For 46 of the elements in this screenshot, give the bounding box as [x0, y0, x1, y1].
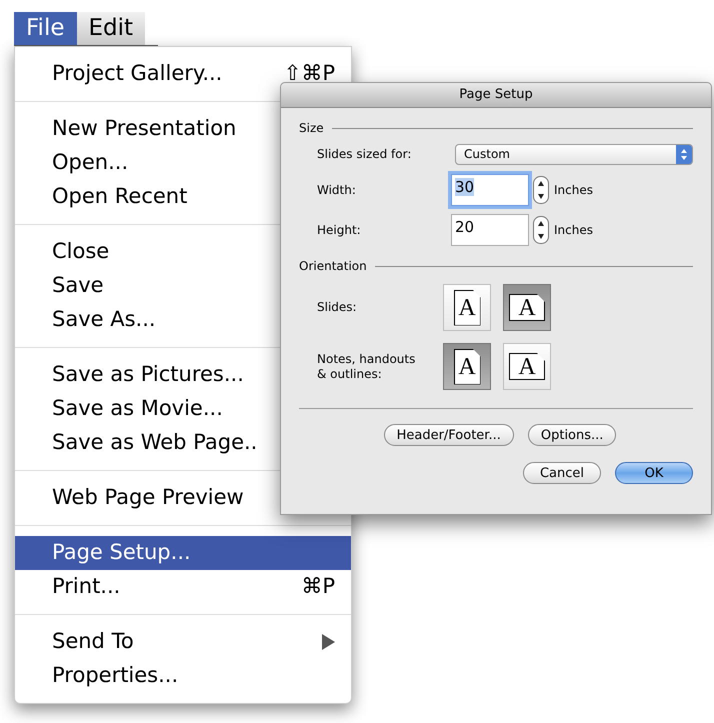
landscape-page-icon: A: [509, 353, 545, 380]
portrait-page-icon: A: [454, 348, 480, 384]
menu-item-label: Properties...: [52, 662, 178, 690]
field-label: Height:: [317, 222, 362, 239]
shortcut-label: ⌘P: [301, 573, 335, 600]
slide-size-select[interactable]: Custom: [455, 144, 693, 164]
shortcut-label: ⇧⌘P: [284, 60, 335, 88]
menu-item-label: Save as Movie...: [52, 395, 223, 422]
menu-item-label: Send To: [52, 628, 134, 656]
dialog-button[interactable]: Header/Footer...: [384, 424, 514, 446]
number-field[interactable]: 20: [451, 214, 529, 246]
unit-label: Inches: [554, 222, 593, 239]
orientation-toggle[interactable]: A: [503, 343, 551, 390]
field-label: Width:: [317, 182, 357, 199]
menu-item[interactable]: Page Setup...: [15, 536, 351, 570]
orientation-toggle[interactable]: A: [503, 284, 551, 331]
unit-label: Inches: [554, 182, 593, 199]
menu-item-label: Print...: [52, 573, 120, 600]
section-heading: Size: [299, 120, 324, 137]
menu-item-label: Web Page Preview: [52, 484, 244, 512]
stepper-icon[interactable]: [533, 176, 549, 204]
landscape-page-icon: A: [509, 294, 545, 321]
menu-item[interactable]: Send To: [15, 625, 351, 659]
portrait-page-icon: A: [454, 290, 480, 326]
ok-button[interactable]: OK: [615, 462, 693, 484]
up-down-arrows-icon: [676, 144, 692, 164]
menu-bar-item[interactable]: Edit: [76, 12, 146, 45]
menu-item[interactable]: Print... ⌘P: [15, 570, 351, 604]
window-title: Page Setup: [459, 86, 533, 104]
field-label: Slides sized for:: [317, 146, 412, 163]
orientation-toggle[interactable]: A: [443, 284, 491, 331]
menu-item[interactable]: Project Gallery... ⇧⌘P: [15, 57, 351, 91]
stepper-icon[interactable]: [533, 216, 549, 244]
field-label: Notes, handouts & outlines:: [317, 352, 416, 382]
menu-item[interactable]: Properties...: [15, 659, 351, 693]
menu-bar-item[interactable]: File: [14, 12, 76, 45]
menu-item-label: Save as Web Page..: [52, 429, 258, 456]
menu-item-label: Project Gallery...: [52, 60, 222, 88]
field-label: Slides:: [317, 300, 358, 315]
section-heading: Orientation: [299, 258, 367, 275]
menu-item-label: Save: [52, 272, 104, 300]
dialog-button[interactable]: Options...: [528, 424, 616, 446]
menu-item-label: Page Setup...: [52, 539, 191, 566]
dialog-button[interactable]: Cancel: [523, 462, 601, 484]
orientation-toggle[interactable]: A: [443, 343, 491, 390]
number-field[interactable]: 30: [451, 174, 529, 206]
